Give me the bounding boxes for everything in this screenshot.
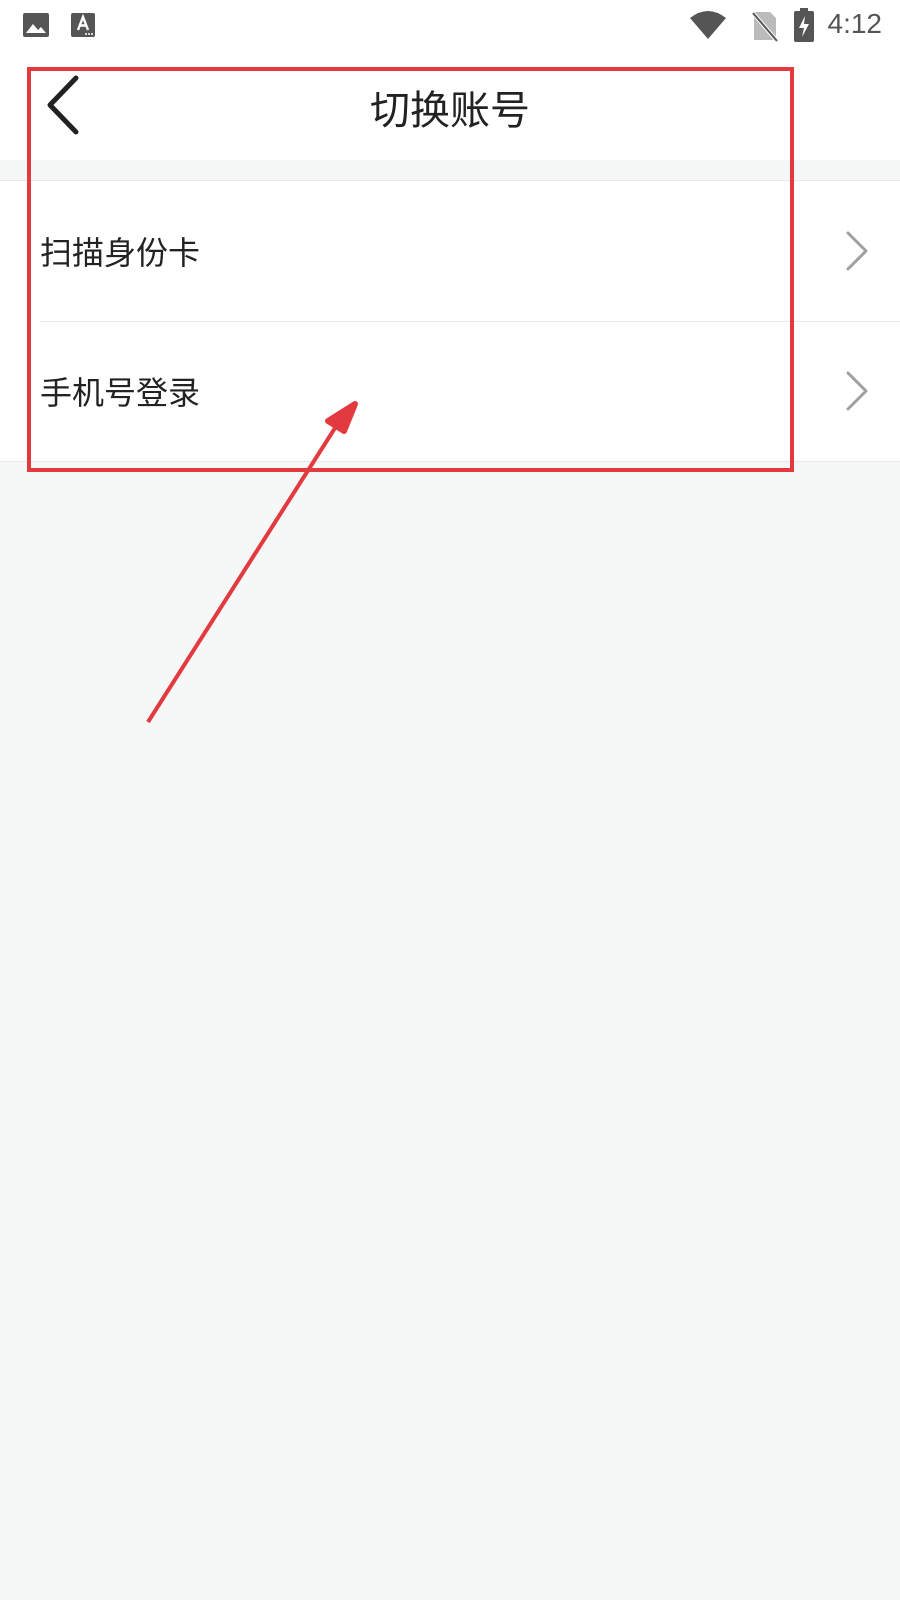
keyboard-a-icon xyxy=(71,13,95,37)
battery-charging-icon xyxy=(794,8,814,42)
chevron-right-icon xyxy=(846,371,868,411)
no-sim-icon xyxy=(752,11,778,42)
list-item-scan-id-card[interactable]: 扫描身份卡 xyxy=(0,181,900,321)
divider xyxy=(40,321,900,322)
chevron-right-icon xyxy=(846,231,868,271)
image-icon xyxy=(23,13,49,37)
section-gap xyxy=(0,160,900,181)
account-switch-list: 扫描身份卡 手机号登录 xyxy=(0,181,900,462)
list-item-phone-login[interactable]: 手机号登录 xyxy=(0,321,900,461)
page-title: 切换账号 xyxy=(370,88,530,134)
list-item-label: 扫描身份卡 xyxy=(40,234,201,272)
status-bar: 4:12 xyxy=(0,0,900,52)
wifi-icon xyxy=(690,11,726,39)
status-time: 4:12 xyxy=(827,8,883,39)
nav-bar: 切换账号 xyxy=(0,52,900,160)
list-item-label: 手机号登录 xyxy=(40,374,201,412)
